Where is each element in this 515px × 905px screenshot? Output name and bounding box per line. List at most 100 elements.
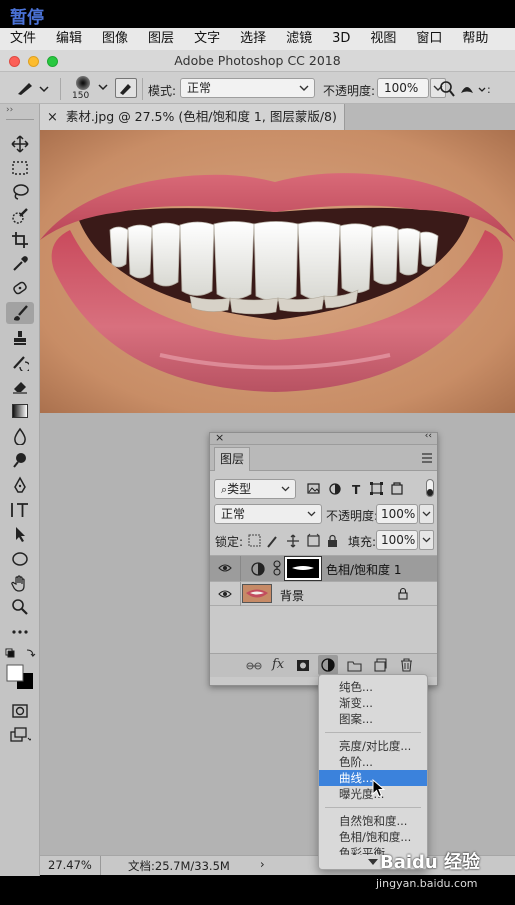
pressure-options[interactable]: :	[435, 80, 495, 98]
close-panel-icon[interactable]: ×	[215, 431, 224, 444]
brush-panel-toggle[interactable]	[115, 78, 137, 98]
path-selection-tool[interactable]	[6, 523, 34, 545]
opacity-input[interactable]: 100%	[377, 78, 429, 98]
ellipse-tool[interactable]	[6, 548, 34, 570]
move-icon	[11, 135, 29, 153]
eye-icon[interactable]	[218, 589, 232, 599]
fx-button[interactable]: fx	[272, 657, 284, 672]
smile-photo	[40, 130, 515, 413]
link-icon[interactable]	[272, 560, 282, 576]
eraser-tool[interactable]	[6, 375, 34, 397]
trash-icon[interactable]	[400, 658, 413, 672]
marquee-tool[interactable]	[6, 157, 34, 179]
mode-label: 模式:	[148, 84, 177, 98]
layer-opacity-input[interactable]: 100%	[376, 504, 418, 524]
link-layers-icon[interactable]	[246, 660, 262, 672]
menu-item-hue-saturation[interactable]: 色相/饱和度...	[319, 829, 427, 845]
menu-scroll-down-icon[interactable]	[367, 858, 379, 866]
panel-menu-icon[interactable]	[421, 453, 433, 463]
layers-panel: × ‹‹ 图层 ⌕类型 T 正常 不透明度: 100% 锁定: 填充: 100%…	[209, 431, 438, 686]
fill-input[interactable]: 100%	[376, 530, 418, 550]
fill-dropdown[interactable]	[419, 530, 434, 550]
lock-buttons[interactable]	[248, 533, 344, 549]
folder-icon[interactable]	[347, 659, 362, 672]
hand-tool[interactable]	[6, 572, 34, 594]
mask-icon[interactable]	[296, 659, 310, 672]
menu-item-vibrance[interactable]: 自然饱和度...	[319, 813, 427, 829]
stamp-icon	[14, 331, 26, 345]
clone-stamp-tool[interactable]	[6, 327, 34, 349]
lock-label: 锁定:	[215, 535, 244, 549]
menu-item-levels[interactable]: 色阶...	[319, 754, 427, 770]
menu-layer[interactable]: 图层	[139, 28, 185, 50]
quick-mask-mode[interactable]	[6, 700, 34, 722]
layer-filter-select[interactable]: ⌕类型	[214, 479, 296, 499]
document-canvas-image[interactable]	[40, 130, 515, 413]
color-swatches[interactable]	[5, 648, 37, 694]
menu-file[interactable]: 文件	[0, 28, 47, 50]
more-tools[interactable]	[6, 621, 34, 643]
filter-toggle[interactable]	[426, 479, 434, 497]
eye-icon[interactable]	[218, 563, 232, 573]
menu-item-solid-color[interactable]: 纯色...	[319, 679, 427, 695]
type-tool[interactable]	[6, 499, 34, 521]
menu-help[interactable]: 帮助	[453, 28, 499, 50]
fill-label: 填充:	[348, 535, 377, 549]
quick-select-tool[interactable]	[6, 205, 34, 227]
mouse-cursor-icon	[372, 779, 386, 798]
pen-tool[interactable]	[6, 474, 34, 496]
tab-layers[interactable]: 图层	[214, 447, 250, 471]
gradient-tool[interactable]	[6, 400, 34, 422]
menu-image[interactable]: 图像	[93, 28, 139, 50]
healing-brush-tool[interactable]	[6, 277, 34, 299]
dodge-tool[interactable]	[6, 449, 34, 471]
panel-header-strip[interactable]: × ‹‹	[210, 431, 437, 445]
brush-tool[interactable]	[6, 302, 34, 324]
brush-preset-picker[interactable]: 150	[68, 74, 100, 102]
layer-row-background[interactable]: 背景	[210, 581, 437, 606]
chevron-down-icon	[307, 511, 316, 517]
close-tab-icon[interactable]: ×	[47, 110, 58, 125]
collapse-panel-icon[interactable]: ‹‹	[425, 431, 432, 441]
crop-icon	[12, 232, 28, 248]
menu-item-pattern[interactable]: 图案...	[319, 711, 427, 727]
zoom-tool[interactable]	[6, 596, 34, 618]
layer-opacity-label: 不透明度:	[326, 509, 379, 523]
collapse-toolbar[interactable]: ››	[6, 105, 13, 115]
document-tab[interactable]: ×素材.jpg @ 27.5% (色相/饱和度 1, 图层蒙版/8) *	[40, 104, 345, 151]
new-adjustment-layer-button[interactable]	[318, 655, 338, 675]
menu-edit[interactable]: 编辑	[47, 28, 93, 50]
menu-3d[interactable]: 3D	[323, 28, 361, 50]
menu-item-gradient[interactable]: 渐变...	[319, 695, 427, 711]
crop-tool[interactable]	[6, 229, 34, 251]
mode-value: 正常	[187, 81, 212, 95]
layer-opacity-dropdown[interactable]	[419, 504, 434, 524]
menu-filter[interactable]: 滤镜	[277, 28, 323, 50]
layer-row-hue-saturation[interactable]: 色相/饱和度 1	[210, 556, 437, 581]
zoom-level[interactable]: 27.47%	[48, 858, 92, 872]
screen-mode[interactable]	[6, 724, 34, 746]
eyedropper-tool[interactable]	[6, 253, 34, 275]
menu-view[interactable]: 视图	[361, 28, 407, 50]
svg-text::: :	[487, 83, 491, 96]
ellipse-icon	[12, 552, 28, 566]
layer-filter-icons[interactable]: T	[306, 481, 426, 497]
move-tool[interactable]	[6, 133, 34, 155]
video-top-bar	[0, 0, 515, 28]
lasso-tool[interactable]	[6, 181, 34, 203]
new-layer-icon[interactable]	[373, 658, 387, 672]
layer-mask-thumbnail[interactable]	[284, 556, 322, 581]
status-menu-arrow[interactable]: ›	[260, 857, 265, 871]
mode-select[interactable]: 正常	[180, 78, 315, 98]
menu-select[interactable]: 选择	[231, 28, 277, 50]
tool-preset-picker[interactable]	[14, 78, 50, 98]
menu-item-brightness-contrast[interactable]: 亮度/对比度...	[319, 738, 427, 754]
history-brush-icon	[13, 356, 29, 371]
history-brush-tool[interactable]	[6, 351, 34, 373]
menu-type[interactable]: 文字	[185, 28, 231, 50]
blend-mode-select[interactable]: 正常	[214, 504, 322, 524]
chevron-down-icon[interactable]	[98, 84, 108, 92]
opacity-value: 100%	[384, 81, 419, 95]
blur-tool[interactable]	[6, 425, 34, 447]
menu-window[interactable]: 窗口	[407, 28, 453, 50]
